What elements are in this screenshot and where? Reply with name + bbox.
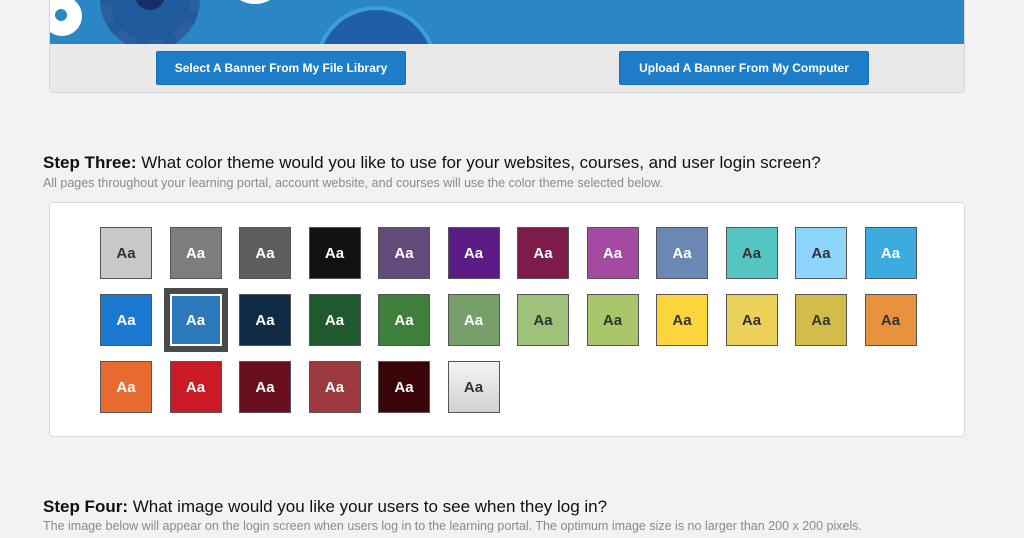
step-three-description: All pages throughout your learning porta… xyxy=(43,176,663,190)
color-theme-swatch[interactable]: Aa xyxy=(378,294,430,346)
color-theme-swatch[interactable]: Aa xyxy=(725,227,778,279)
step-four-label: Step Four: xyxy=(43,497,128,516)
small-gear-hole xyxy=(55,9,67,21)
upload-banner-button[interactable]: Upload A Banner From My Computer xyxy=(619,51,869,85)
select-banner-library-button[interactable]: Select A Banner From My File Library xyxy=(156,51,406,85)
step-three-label: Step Three: xyxy=(43,153,137,172)
color-theme-swatch[interactable]: Aa xyxy=(169,361,222,413)
color-theme-swatch[interactable]: Aa xyxy=(447,227,500,279)
color-theme-swatch[interactable]: Aa xyxy=(864,227,917,279)
color-theme-swatch[interactable]: Aa xyxy=(586,294,639,346)
color-theme-swatch[interactable]: Aa xyxy=(517,294,569,346)
color-theme-swatch[interactable]: Aa xyxy=(517,227,569,279)
color-theme-swatch[interactable]: Aa xyxy=(239,294,291,346)
color-theme-swatch[interactable]: Aa xyxy=(378,227,430,279)
step-three-question: What color theme would you like to use f… xyxy=(136,153,821,172)
step-three-title: Step Three: What color theme would you l… xyxy=(43,153,821,173)
color-theme-swatch[interactable]: Aa xyxy=(447,294,500,346)
color-theme-swatch[interactable]: Aa xyxy=(864,294,917,346)
color-theme-swatch[interactable]: Aa xyxy=(100,227,152,279)
color-theme-swatch[interactable]: Aa xyxy=(308,227,361,279)
step-four-question: What image would you like your users to … xyxy=(128,497,608,516)
color-theme-panel: Aa Aa Aa Aa Aa Aa Aa Aa Aa Aa Aa Aa Aa Aa Aa Aa Aa Aa Aa Aa… xyxy=(49,202,965,437)
color-theme-swatch[interactable]: Aa xyxy=(795,294,847,346)
color-theme-swatch[interactable]: Aa xyxy=(656,227,708,279)
color-theme-swatch[interactable]: Aa xyxy=(378,361,430,413)
color-theme-swatch[interactable]: Aa xyxy=(239,361,291,413)
color-theme-swatch[interactable]: Aa xyxy=(100,361,152,413)
color-theme-swatch[interactable]: Aa xyxy=(169,227,222,279)
color-theme-swatch[interactable]: Aa xyxy=(795,227,847,279)
color-theme-swatch[interactable]: Aa xyxy=(100,294,152,346)
color-theme-swatch[interactable]: Aa xyxy=(308,361,361,413)
step-four-description: The image below will appear on the login… xyxy=(43,519,862,533)
color-theme-swatch[interactable]: Aa xyxy=(163,288,228,352)
color-theme-swatch[interactable]: Aa xyxy=(725,294,778,346)
color-theme-swatch[interactable]: Aa xyxy=(586,227,639,279)
banner-image xyxy=(50,0,964,44)
banner-decoration-arc xyxy=(225,0,285,4)
color-theme-swatch[interactable]: Aa xyxy=(239,227,291,279)
color-theme-swatch[interactable]: Aa xyxy=(656,294,708,346)
color-theme-swatch[interactable]: Aa xyxy=(447,361,500,413)
banner-panel: Select A Banner From My File Library Upl… xyxy=(49,0,965,93)
step-four-title: Step Four: What image would you like you… xyxy=(43,497,607,517)
color-theme-swatch[interactable]: Aa xyxy=(308,294,361,346)
banner-decoration-circle xyxy=(315,6,437,44)
